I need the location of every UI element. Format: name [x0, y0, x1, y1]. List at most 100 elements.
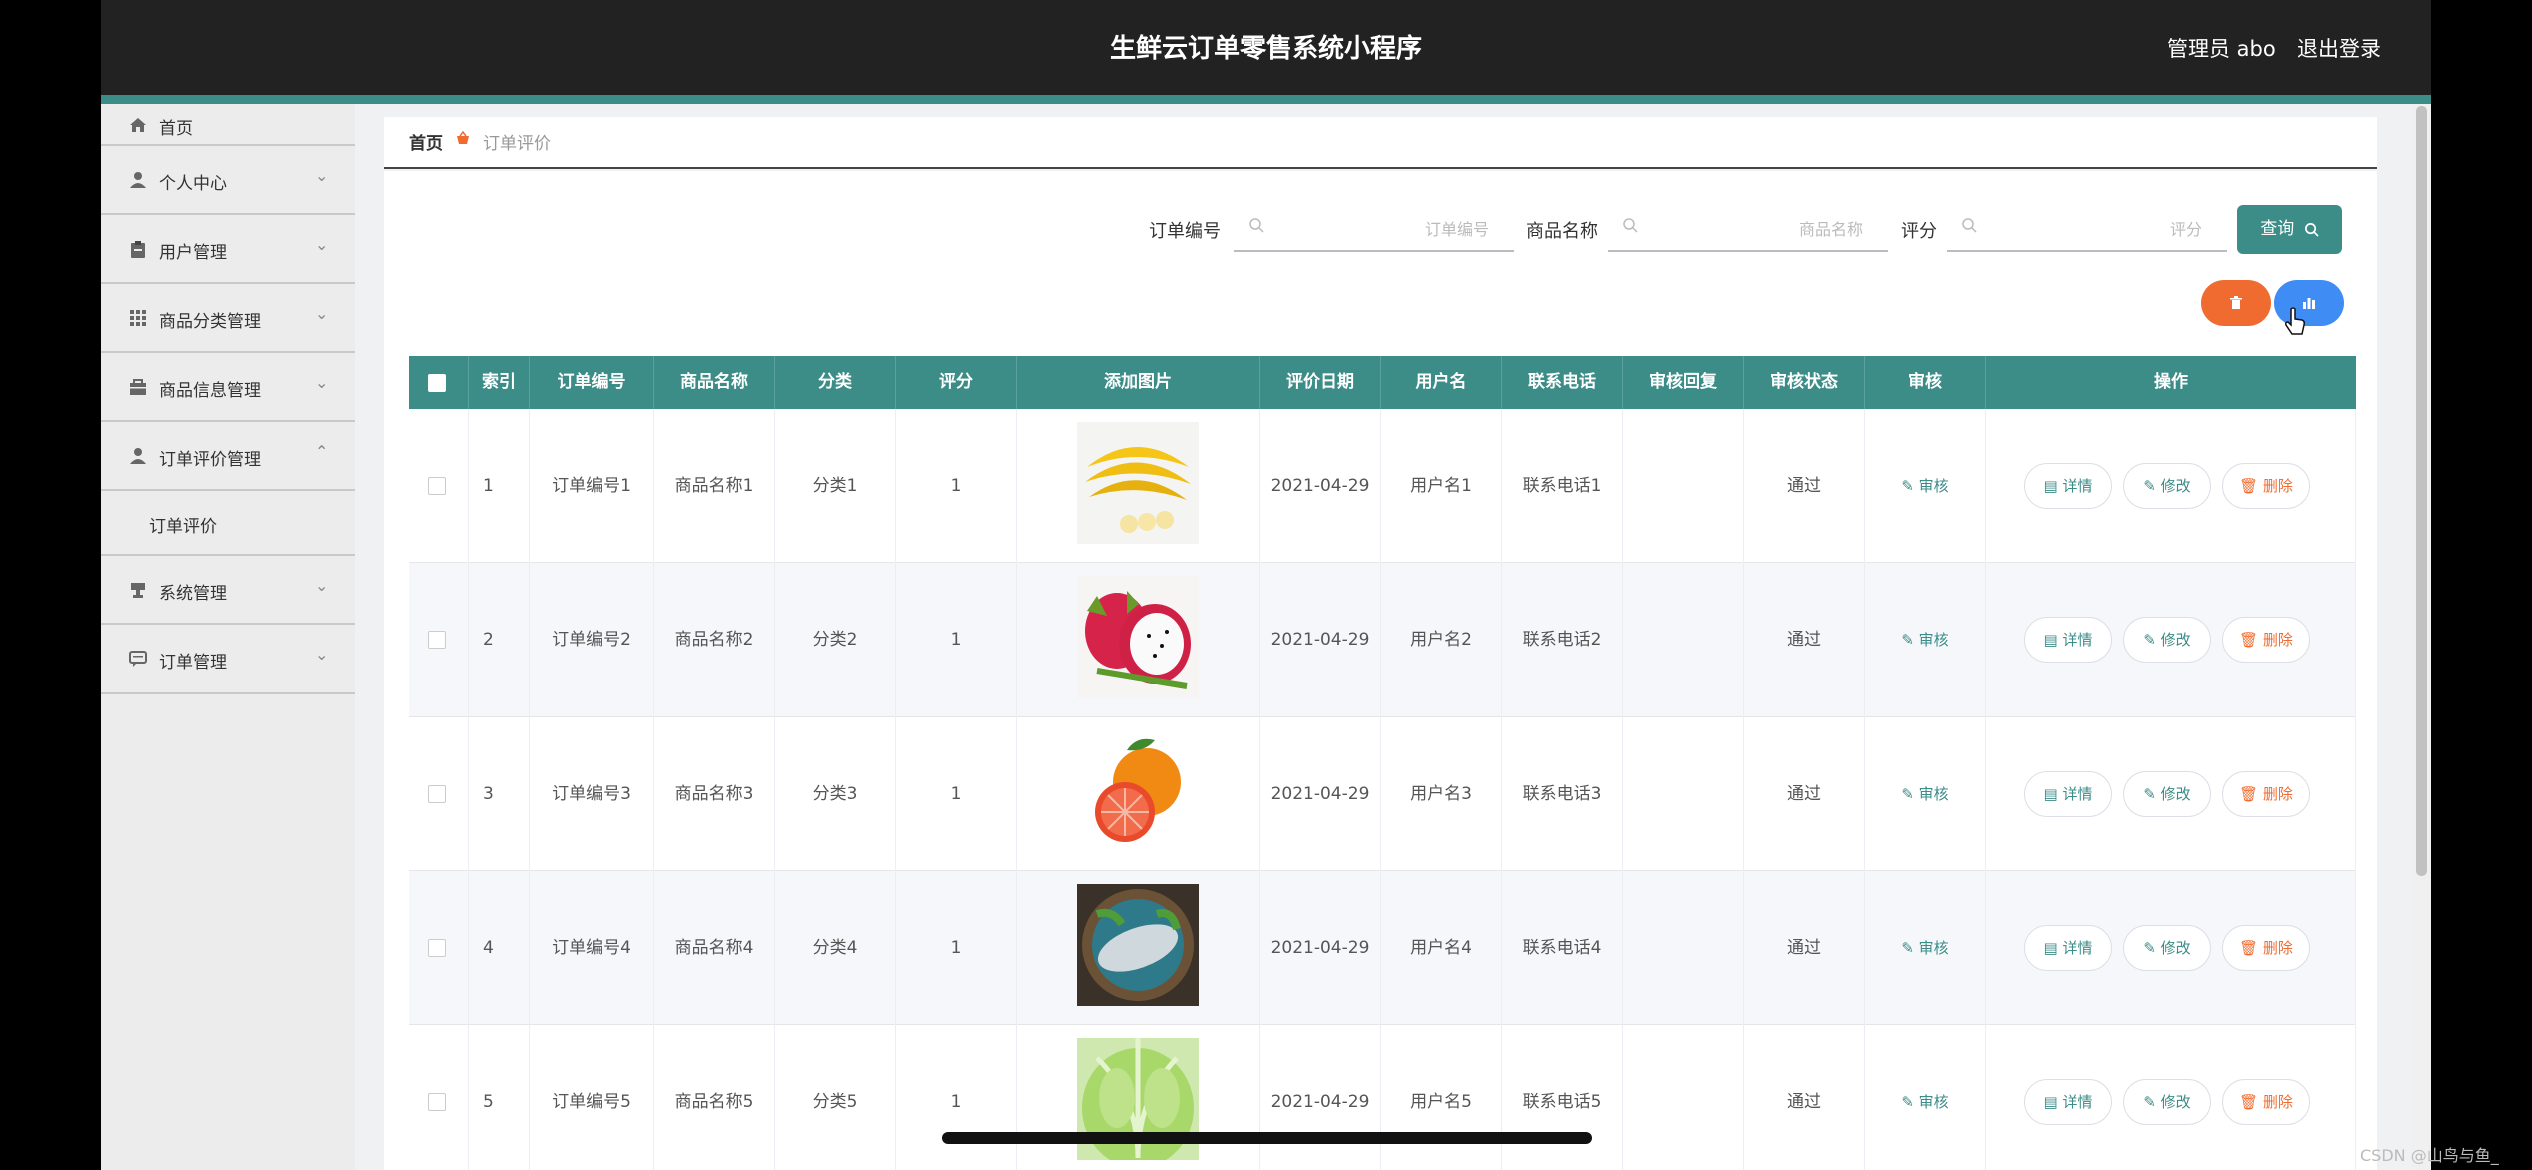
sidebar-item-system[interactable]: 系统管理 ⌄ [101, 556, 355, 625]
score-placeholder: 评分 [2169, 220, 2202, 239]
detail-button[interactable]: ▤ 详情 [2024, 463, 2112, 509]
product-input[interactable]: 商品名称 [1608, 202, 1888, 252]
image-cell [1017, 409, 1260, 563]
cell-status: 通过 [1744, 409, 1865, 563]
edit-button[interactable]: ✎ 修改 [2123, 925, 2211, 971]
cell-phone: 联系电话4 [1502, 871, 1623, 1025]
delete-button[interactable]: 🗑 删除 [2222, 771, 2310, 817]
delete-button[interactable]: 🗑 删除 [2222, 463, 2310, 509]
cell-phone: 联系电话3 [1502, 717, 1623, 871]
breadcrumb-home[interactable]: 首页 [409, 129, 443, 154]
sidebar-item-orders[interactable]: 订单管理 ⌄ [101, 625, 355, 694]
header-accent-bar [101, 95, 2431, 104]
row-checkbox[interactable] [428, 631, 446, 649]
row-checkbox[interactable] [428, 785, 446, 803]
column-header: 订单编号 [530, 356, 654, 409]
grid-icon [130, 310, 146, 326]
breadcrumb: 首页 订单评价 [384, 117, 2377, 169]
product-image [1077, 730, 1199, 852]
audit-link[interactable]: ✎ 审核 [1901, 1093, 1948, 1111]
cell-category: 分类3 [775, 717, 896, 871]
app-title: 生鲜云订单零售系统小程序 [1109, 34, 1422, 64]
chevron-down-icon: ⌄ [315, 304, 329, 323]
delete-button[interactable]: 🗑 删除 [2222, 925, 2310, 971]
select-cell [409, 1025, 469, 1170]
edit-label: 修改 [2160, 939, 2191, 957]
cell-score: 1 [896, 717, 1017, 871]
cell-category: 分类2 [775, 563, 896, 717]
column-header: 审核回复 [1623, 356, 1744, 409]
cell-reply [1623, 871, 1744, 1025]
column-header: 评价日期 [1260, 356, 1381, 409]
pencil-icon: ✎ [1901, 477, 1919, 495]
cell-index: 1 [469, 409, 530, 563]
cell-user: 用户名1 [1381, 409, 1502, 563]
sidebar-item-category[interactable]: 商品分类管理 ⌄ [101, 284, 355, 353]
delete-button[interactable]: 🗑 删除 [2222, 617, 2310, 663]
app-window: 生鲜云订单零售系统小程序 管理员 abo 退出登录 首页 个人中心 ⌄ 用户管理… [101, 0, 2431, 1170]
cell-date: 2021-04-29 [1260, 871, 1381, 1025]
sidebar-item-users[interactable]: 用户管理 ⌄ [101, 215, 355, 284]
cell-date: 2021-04-29 [1260, 1025, 1381, 1170]
product-label: 商品名称 [1526, 221, 1598, 242]
audit-link[interactable]: ✎ 审核 [1901, 631, 1948, 649]
audit-label: 审核 [1918, 477, 1949, 495]
search-icon [1623, 218, 1638, 233]
row-checkbox[interactable] [428, 939, 446, 957]
row-checkbox[interactable] [428, 477, 446, 495]
row-checkbox[interactable] [428, 1093, 446, 1111]
detail-button[interactable]: ▤ 详情 [2024, 925, 2112, 971]
audit-link[interactable]: ✎ 审核 [1901, 939, 1948, 957]
cell-order_no: 订单编号5 [530, 1025, 654, 1170]
sidebar-item-label: 订单评价管理 [159, 450, 261, 470]
scrollbar-thumb[interactable] [2416, 106, 2427, 876]
delete-button[interactable]: 🗑 删除 [2222, 1079, 2310, 1125]
cell-index: 3 [469, 717, 530, 871]
cell-phone: 联系电话2 [1502, 563, 1623, 717]
watermark: CSDN @山鸟与鱼_ [2360, 1146, 2499, 1165]
audit-link[interactable]: ✎ 审核 [1901, 477, 1948, 495]
sidebar-item-personal[interactable]: 个人中心 ⌄ [101, 146, 355, 215]
pencil-icon: ✎ [1901, 939, 1919, 957]
score-input[interactable]: 评分 [1947, 202, 2227, 252]
table-row: 2 订单编号2 商品名称2 分类2 1 2021-04-29 用户名2 联系电话2 通过 ✎ 审核… [409, 563, 2356, 717]
edit-label: 修改 [2160, 477, 2191, 495]
chevron-down-icon: ⌄ [315, 235, 329, 254]
cell-category: 分类4 [775, 871, 896, 1025]
query-button[interactable]: 查询 [2237, 205, 2342, 254]
edit-button[interactable]: ✎ 修改 [2123, 463, 2211, 509]
chat-icon [129, 651, 147, 667]
detail-label: 详情 [2062, 785, 2093, 803]
image-cell [1017, 563, 1260, 717]
delete-label: 删除 [2262, 1093, 2293, 1111]
detail-button[interactable]: ▤ 详情 [2024, 617, 2112, 663]
sidebar-item-home[interactable]: 首页 [101, 104, 355, 146]
sidebar-subitem-order-review[interactable]: 订单评价 [101, 491, 355, 556]
edit-button[interactable]: ✎ 修改 [2123, 1079, 2211, 1125]
cell-status: 通过 [1744, 717, 1865, 871]
detail-button[interactable]: ▤ 详情 [2024, 1079, 2112, 1125]
audit-link[interactable]: ✎ 审核 [1901, 785, 1948, 803]
sidebar-item-label: 商品信息管理 [159, 381, 261, 401]
sidebar-item-products[interactable]: 商品信息管理 ⌄ [101, 353, 355, 422]
sidebar-item-label: 个人中心 [159, 174, 227, 194]
pencil-icon: ✎ [1901, 1093, 1919, 1111]
sidebar-item-order-review[interactable]: 订单评价管理 ⌃ [101, 422, 355, 491]
select-all-checkbox[interactable] [428, 374, 446, 392]
vertical-scrollbar[interactable] [2412, 104, 2431, 1170]
detail-button[interactable]: ▤ 详情 [2024, 771, 2112, 817]
logout-link[interactable]: 退出登录 [2297, 33, 2381, 63]
cell-score: 1 [896, 563, 1017, 717]
select-cell [409, 717, 469, 871]
document-icon: ▤ [2043, 785, 2063, 803]
edit-button[interactable]: ✎ 修改 [2123, 771, 2211, 817]
batch-delete-button[interactable] [2201, 280, 2271, 326]
chevron-down-icon: ⌄ [315, 166, 329, 185]
edit-button[interactable]: ✎ 修改 [2123, 617, 2211, 663]
search-icon [1962, 218, 1977, 233]
main-panel: 订单编号 订单编号 商品名称 商品名称 评分 评分 查询 索引 订单编号 商品名… [384, 171, 2377, 1170]
order-no-input[interactable]: 订单编号 [1234, 202, 1514, 252]
search-icon [1249, 218, 1264, 233]
sidebar-item-label: 系统管理 [159, 584, 227, 604]
cell-product: 商品名称2 [654, 563, 775, 717]
